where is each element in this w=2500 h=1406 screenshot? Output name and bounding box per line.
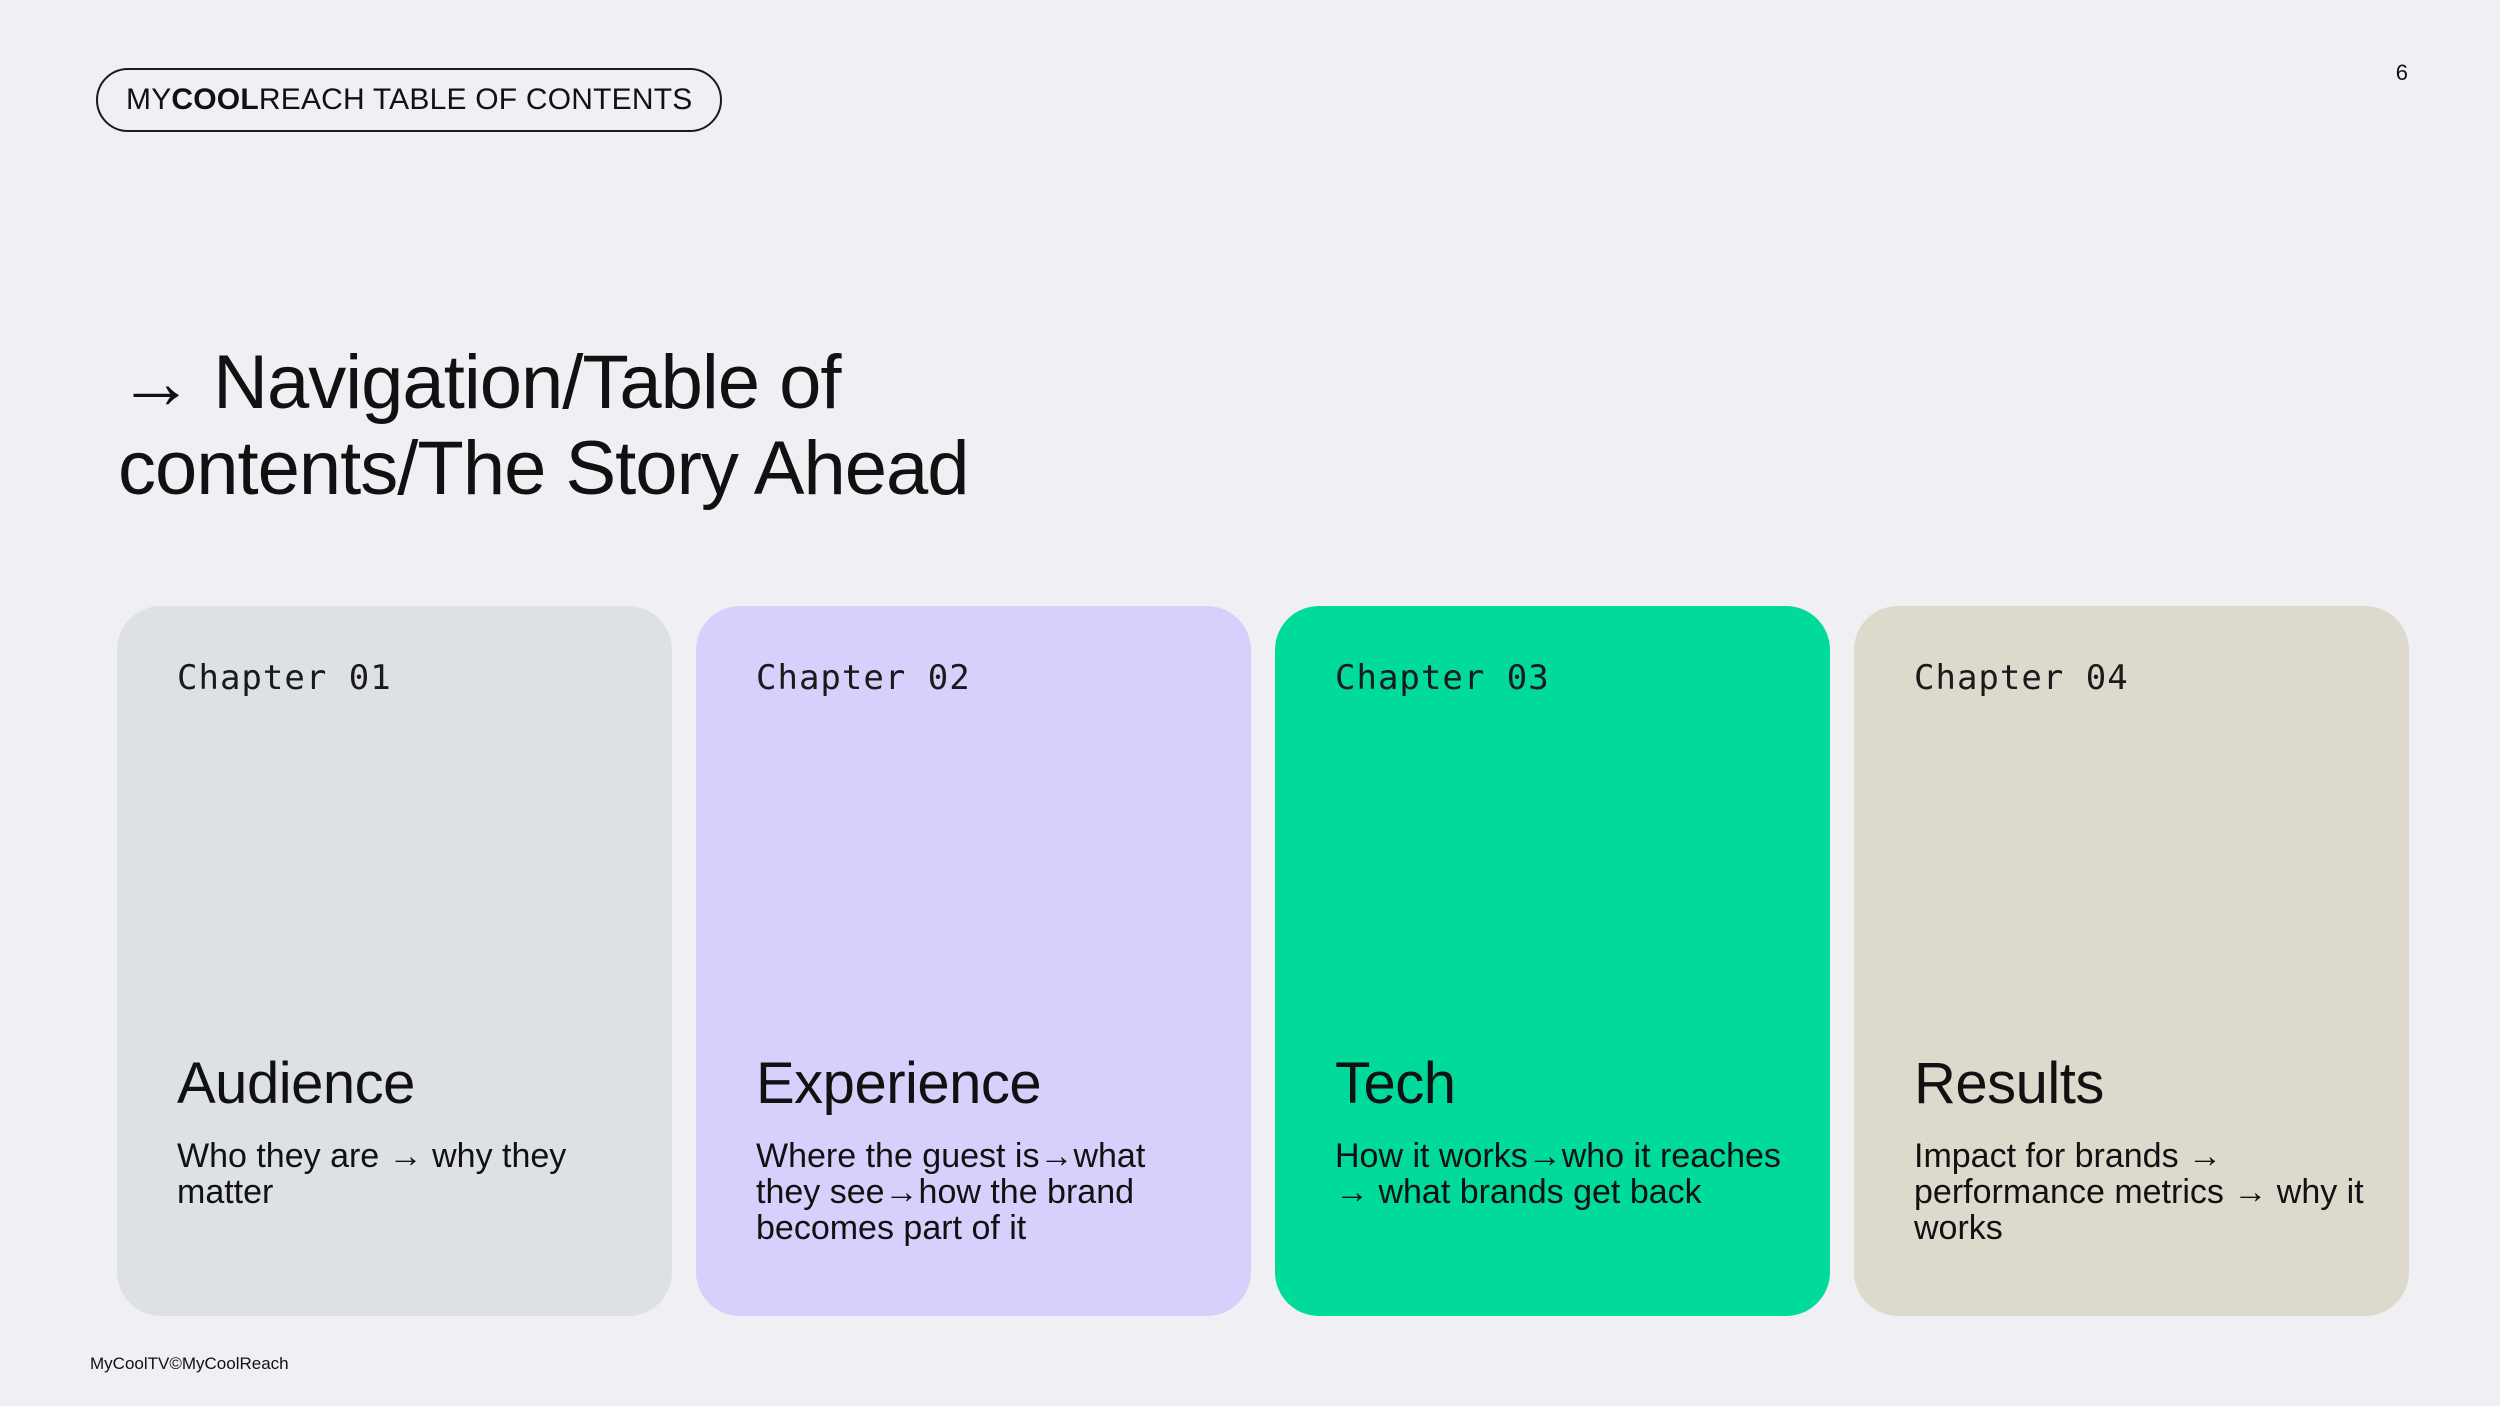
chapter-heading: Results: [1914, 1051, 2104, 1116]
chapter-heading: Experience: [756, 1051, 1042, 1116]
chapter-card-tech[interactable]: Chapter 03 Tech How it works→who it reac…: [1275, 606, 1830, 1316]
chapter-label: Chapter 01: [177, 658, 392, 698]
chapter-heading: Audience: [177, 1051, 415, 1116]
chapter-label: Chapter 04: [1914, 658, 2129, 698]
chapter-cards: Chapter 01 Audience Who they are → why t…: [117, 606, 2409, 1316]
pill-prefix: MY: [126, 83, 172, 116]
page-title: → Navigation/Table of contents/The Story…: [118, 340, 1218, 512]
slide: MY COOL REACH TABLE OF CONTENTS 6 → Naviga…: [0, 0, 2500, 1406]
chapter-description: Who they are → why they matter: [177, 1137, 567, 1211]
chapter-heading: Tech: [1335, 1051, 1456, 1116]
chapter-description: Where the guest is→what they see→how the…: [756, 1137, 1146, 1247]
pill-bold: COOL: [171, 83, 259, 116]
chapter-description: Impact for brands → performance metrics …: [1914, 1137, 2364, 1247]
pill-suffix: REACH TABLE OF CONTENTS: [258, 83, 693, 116]
page-title-text: Navigation/Table of contents/The Story A…: [118, 340, 970, 511]
chapter-card-results[interactable]: Chapter 04 Results Impact for brands → p…: [1854, 606, 2409, 1316]
section-pill: MY COOL REACH TABLE OF CONTENTS: [96, 68, 723, 132]
chapter-card-audience[interactable]: Chapter 01 Audience Who they are → why t…: [117, 606, 672, 1316]
arrow-right-icon: →: [118, 340, 194, 425]
footer-copyright: MyCoolTV©MyCoolReach: [90, 1354, 289, 1373]
chapter-label: Chapter 02: [756, 658, 971, 698]
chapter-description: How it works→who it reaches → what brand…: [1335, 1137, 1781, 1211]
chapter-label: Chapter 03: [1335, 658, 1550, 698]
chapter-card-experience[interactable]: Chapter 02 Experience Where the guest is…: [696, 606, 1251, 1316]
page-number: 6: [2395, 60, 2408, 85]
